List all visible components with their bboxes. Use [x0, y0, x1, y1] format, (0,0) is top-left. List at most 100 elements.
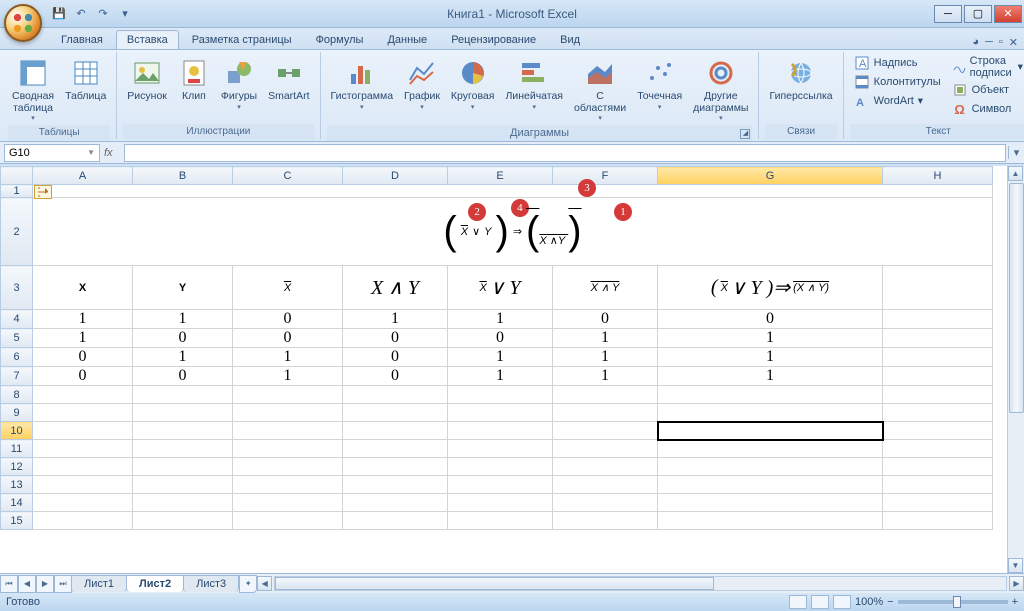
charts-dialog-icon[interactable]: ◢: [740, 129, 750, 139]
help-icon[interactable]: ◕: [972, 36, 979, 49]
row-header[interactable]: 11: [1, 440, 33, 458]
object-button[interactable]: Объект: [948, 81, 1024, 99]
sheet-nav-last[interactable]: ⏭: [54, 575, 72, 593]
row-header[interactable]: 15: [1, 512, 33, 530]
sheet-nav-prev[interactable]: ◀: [18, 575, 36, 593]
zoom-slider[interactable]: [898, 600, 1008, 604]
formula-expand-icon[interactable]: ▾: [1008, 146, 1024, 159]
row-header[interactable]: 12: [1, 458, 33, 476]
col-header-C[interactable]: C: [233, 167, 343, 185]
ribbon: Сводная таблица Таблица Таблицы Рисунок …: [0, 50, 1024, 142]
office-button[interactable]: [4, 4, 42, 42]
tab-insert[interactable]: Вставка: [116, 30, 179, 49]
shapes-button[interactable]: Фигуры: [217, 54, 261, 114]
row-header[interactable]: 8: [1, 386, 33, 404]
table-button[interactable]: Таблица: [61, 54, 110, 106]
main-formula-display: ( X ∨2 Y ) ⇒4 3 (X ∧1Y ): [33, 203, 992, 260]
col-header-B[interactable]: B: [133, 167, 233, 185]
hscroll-left-button[interactable]: ◀: [257, 576, 272, 591]
row-header[interactable]: 9: [1, 404, 33, 422]
group-illustrations: Рисунок Клип Фигуры SmartArt Иллюстрации: [117, 52, 320, 139]
row-header[interactable]: 13: [1, 476, 33, 494]
row-header[interactable]: 3: [1, 266, 33, 310]
tab-formulas[interactable]: Формулы: [305, 30, 375, 49]
vertical-scrollbar[interactable]: ▲ ▼: [1007, 166, 1024, 573]
undo-icon[interactable]: ↶: [72, 5, 90, 23]
redo-icon[interactable]: ↷: [94, 5, 112, 23]
pie-chart-button[interactable]: Круговая: [447, 54, 499, 114]
headerfooter-button[interactable]: Колонтитулы: [850, 73, 945, 91]
fx-icon[interactable]: fx: [104, 147, 120, 159]
row-header[interactable]: 7: [1, 367, 33, 386]
col-header-G[interactable]: G: [658, 167, 883, 185]
save-icon[interactable]: 💾: [50, 5, 68, 23]
hscroll-thumb[interactable]: [275, 577, 713, 590]
row-header[interactable]: 6: [1, 348, 33, 367]
scroll-up-button[interactable]: ▲: [1008, 166, 1023, 181]
minimize-button[interactable]: ─: [934, 5, 962, 23]
tab-view[interactable]: Вид: [549, 30, 591, 49]
doc-close-icon[interactable]: ✕: [1009, 36, 1018, 49]
worksheet-grid[interactable]: A B C D E F G H 1 2 ( X ∨2 Y ) ⇒4 3 (X ∧…: [0, 166, 1024, 573]
group-label-illustrations: Иллюстрации: [123, 124, 313, 139]
sheet-nav-first[interactable]: ⏮: [0, 575, 18, 593]
row-header[interactable]: 5: [1, 329, 33, 348]
scatter-chart-button[interactable]: Точечная: [633, 54, 686, 114]
title-bar: 💾 ↶ ↷ ▾ Книга1 - Microsoft Excel ─ ▢ ✕: [0, 0, 1024, 28]
scroll-thumb[interactable]: [1009, 183, 1024, 413]
zoom-in-button[interactable]: +: [1012, 596, 1018, 608]
sheet-tab[interactable]: Лист1: [71, 575, 127, 592]
doc-minimize-icon[interactable]: ─: [985, 36, 993, 49]
bar-chart-button[interactable]: Линейчатая: [501, 54, 567, 114]
column-chart-button[interactable]: Гистограмма: [327, 54, 398, 114]
hscroll-right-button[interactable]: ▶: [1009, 576, 1024, 591]
picture-button[interactable]: Рисунок: [123, 54, 171, 106]
row-header[interactable]: 14: [1, 494, 33, 512]
formula-input[interactable]: [124, 144, 1006, 162]
row-header[interactable]: 4: [1, 310, 33, 329]
other-charts-button[interactable]: Другие диаграммы: [689, 54, 752, 125]
pivot-table-button[interactable]: Сводная таблица: [8, 54, 58, 125]
group-label-text: Текст: [850, 124, 1024, 139]
view-normal-button[interactable]: [789, 595, 807, 609]
select-all-corner[interactable]: [1, 167, 33, 185]
area-chart-button[interactable]: С областями: [570, 54, 630, 125]
scroll-down-button[interactable]: ▼: [1008, 558, 1023, 573]
zoom-out-button[interactable]: −: [887, 596, 893, 608]
tab-review[interactable]: Рецензирование: [440, 30, 547, 49]
autofill-options-icon[interactable]: [34, 185, 52, 199]
tab-home[interactable]: Главная: [50, 30, 114, 49]
tab-page-layout[interactable]: Разметка страницы: [181, 30, 303, 49]
qat-dropdown-icon[interactable]: ▾: [116, 5, 134, 23]
row-header[interactable]: 1: [1, 185, 33, 198]
smartart-button[interactable]: SmartArt: [264, 54, 313, 106]
clip-button[interactable]: Клип: [174, 54, 214, 106]
hyperlink-button[interactable]: Гиперссылка: [765, 54, 836, 106]
line-chart-button[interactable]: График: [400, 54, 444, 114]
textbox-button[interactable]: AНадпись: [850, 54, 945, 72]
horizontal-scrollbar[interactable]: [274, 576, 1007, 591]
signature-button[interactable]: Строка подписи ▾: [948, 54, 1024, 80]
col-header-D[interactable]: D: [343, 167, 448, 185]
col-header-A[interactable]: A: [33, 167, 133, 185]
row-header[interactable]: 10: [1, 422, 33, 440]
view-layout-button[interactable]: [811, 595, 829, 609]
col-header-H[interactable]: H: [883, 167, 993, 185]
col-header-E[interactable]: E: [448, 167, 553, 185]
name-box[interactable]: G10▼: [4, 144, 100, 162]
doc-restore-icon[interactable]: ▫: [999, 36, 1003, 49]
view-pagebreak-button[interactable]: [833, 595, 851, 609]
tab-data[interactable]: Данные: [376, 30, 438, 49]
sheet-tab[interactable]: Лист3: [183, 575, 239, 592]
symbol-button[interactable]: ΩСимвол: [948, 100, 1024, 118]
sheet-tab[interactable]: Лист2: [126, 575, 184, 592]
zoom-level[interactable]: 100%: [855, 596, 883, 608]
selected-cell[interactable]: [658, 422, 883, 440]
maximize-button[interactable]: ▢: [964, 5, 992, 23]
col-header-F[interactable]: F: [553, 167, 658, 185]
sheet-nav-next[interactable]: ▶: [36, 575, 54, 593]
row-header[interactable]: 2: [1, 198, 33, 266]
new-sheet-button[interactable]: ✦: [239, 575, 257, 593]
close-button[interactable]: ✕: [994, 5, 1022, 23]
wordart-button[interactable]: AWordArt ▾: [850, 92, 945, 110]
